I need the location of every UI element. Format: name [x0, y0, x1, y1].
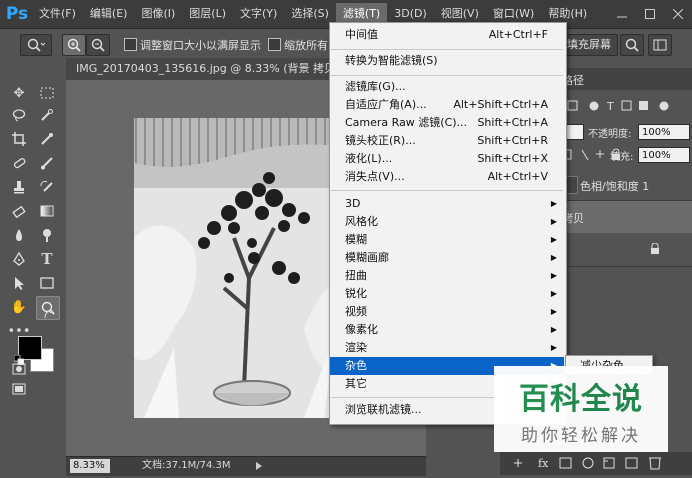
resize-windows-checkbox[interactable] — [124, 38, 137, 51]
submenu-arrow-icon: ▶ — [550, 199, 557, 208]
layers-panel-footer: fx — [500, 452, 692, 475]
maximize-icon[interactable] — [636, 0, 664, 28]
hand-tool-icon[interactable]: ✋ — [8, 296, 30, 318]
svg-text:T: T — [606, 100, 614, 113]
layer-name-hue-saturation[interactable]: 色相/饱和度 1 — [580, 178, 649, 194]
menu-item-convert-smart-filter[interactable]: 转换为智能滤镜(S) — [330, 52, 564, 70]
menu-item-stylize[interactable]: 风格化 ▶ — [330, 213, 564, 231]
search-icon[interactable] — [620, 34, 644, 56]
menu-image[interactable]: 图像(I) — [134, 3, 182, 25]
inverted-photo — [134, 118, 356, 418]
type-tool-icon[interactable]: T — [36, 248, 58, 270]
layer-filter-icons: T — [566, 98, 682, 114]
lock-icon — [650, 242, 660, 258]
menu-item-render[interactable]: 渲染 ▶ — [330, 339, 564, 357]
watermark-title: 百科全说 — [519, 382, 643, 417]
move-tool-icon[interactable]: ✥ — [8, 82, 30, 104]
submenu-arrow-icon: ▶ — [550, 271, 557, 280]
menu-separator — [331, 190, 563, 191]
submenu-arrow-icon: ▶ — [550, 289, 557, 298]
path-selection-tool-icon[interactable] — [8, 272, 30, 294]
status-bar: 8.33% 文档:37.1M/74.3M — [66, 456, 426, 476]
eyedropper-tool-icon[interactable] — [36, 128, 58, 150]
history-brush-tool-icon[interactable] — [36, 176, 58, 198]
menu-item-3d[interactable]: 3D ▶ — [330, 195, 564, 213]
zoom-out-icon[interactable] — [86, 34, 110, 56]
menu-item-blur-gallery[interactable]: 模糊画廊 ▶ — [330, 249, 564, 267]
minimize-icon[interactable] — [608, 0, 636, 28]
workspace-icon[interactable] — [648, 34, 672, 56]
menu-item-adaptive-wide-angle[interactable]: 自适应广角(A)... Alt+Shift+Ctrl+A — [330, 96, 564, 114]
svg-text:fx: fx — [538, 457, 549, 470]
submenu-arrow-icon: ▶ — [550, 235, 557, 244]
submenu-arrow-icon: ▶ — [550, 307, 557, 316]
menu-item-vanishing-point[interactable]: 消失点(V)... Alt+Ctrl+V — [330, 168, 564, 186]
menu-layer[interactable]: 图层(L) — [182, 3, 233, 25]
fill-label: 填充: — [610, 152, 634, 163]
watermark-logo: 百科全说 助你轻松解决 — [494, 366, 668, 452]
crop-tool-icon[interactable] — [8, 128, 30, 150]
document-tab[interactable]: IMG_20170403_135616.jpg @ 8.33% (背景 拷贝, … — [66, 58, 356, 80]
submenu-arrow-icon: ▶ — [550, 253, 557, 262]
menu-item-video[interactable]: 视频 ▶ — [330, 303, 564, 321]
menu-item-lens-correction[interactable]: 镜头校正(R)... Shift+Ctrl+R — [330, 132, 564, 150]
screen-mode-icon[interactable] — [8, 378, 30, 400]
clone-stamp-tool-icon[interactable] — [8, 176, 30, 198]
eraser-tool-icon[interactable] — [8, 200, 30, 222]
zoom-all-checkbox[interactable] — [268, 38, 281, 51]
submenu-arrow-icon: ▶ — [550, 217, 557, 226]
marquee-tool-icon[interactable] — [36, 82, 58, 104]
menu-item-median[interactable]: 中间值 Alt+Ctrl+F — [330, 26, 564, 44]
close-icon[interactable] — [664, 0, 692, 28]
zoom-tool-preset-icon[interactable] — [20, 34, 52, 56]
quick-mask-icon[interactable] — [8, 358, 30, 380]
layer-row-copy[interactable]: 拷贝 — [556, 201, 692, 233]
status-menu-arrow-icon[interactable] — [256, 462, 262, 473]
swap-colors-icon[interactable] — [44, 309, 54, 320]
menu-item-blur[interactable]: 模糊 ▶ — [330, 231, 564, 249]
menu-item-filter-gallery[interactable]: 滤镜库(G)... — [330, 78, 564, 96]
resize-windows-label: 调整窗口大小以满屏显示 — [140, 39, 261, 52]
menu-item-liquify[interactable]: 液化(L)... Shift+Ctrl+X — [330, 150, 564, 168]
rectangle-tool-icon[interactable] — [36, 272, 58, 294]
pen-tool-icon[interactable] — [8, 248, 30, 270]
tools-panel: ✥ T ✋ ••• — [0, 58, 67, 475]
menu-separator — [331, 49, 563, 50]
watermark-subtitle: 助你轻松解决 — [521, 426, 641, 446]
opacity-label: 不透明度: — [588, 129, 632, 140]
zoom-in-icon[interactable] — [62, 34, 86, 56]
submenu-arrow-icon: ▶ — [550, 343, 557, 352]
menu-separator — [331, 75, 563, 76]
layer-row-adjustment[interactable]: 色相/饱和度 1 — [556, 170, 692, 201]
dodge-tool-icon[interactable] — [36, 224, 58, 246]
menu-file[interactable]: 文件(F) — [32, 3, 83, 25]
document-size: 文档:37.1M/74.3M — [142, 460, 231, 471]
fill-input[interactable]: 100% — [638, 147, 690, 163]
menu-item-sharpen[interactable]: 锐化 ▶ — [330, 285, 564, 303]
menu-item-distort[interactable]: 扭曲 ▶ — [330, 267, 564, 285]
opacity-input[interactable]: 100% — [638, 124, 690, 140]
gradient-tool-icon[interactable] — [36, 200, 58, 222]
healing-brush-tool-icon[interactable] — [8, 152, 30, 174]
quick-selection-tool-icon[interactable] — [36, 104, 58, 126]
filter-menu: 中间值 Alt+Ctrl+F 转换为智能滤镜(S) 滤镜库(G)... 自适应广角… — [329, 22, 567, 425]
brush-tool-icon[interactable] — [36, 152, 58, 174]
menu-type[interactable]: 文字(Y) — [233, 3, 284, 25]
layer-row-background[interactable] — [556, 234, 692, 267]
photoshop-logo: Ps — [5, 4, 29, 24]
menu-item-camera-raw[interactable]: Camera Raw 滤镜(C)... Shift+Ctrl+A — [330, 114, 564, 132]
submenu-arrow-icon: ▶ — [550, 325, 557, 334]
zoom-level-field[interactable]: 8.33% — [70, 459, 110, 473]
menu-item-pixelate[interactable]: 像素化 ▶ — [330, 321, 564, 339]
fill-screen-button[interactable]: 填充屏幕 — [560, 34, 618, 56]
lasso-tool-icon[interactable] — [8, 104, 30, 126]
blur-tool-icon[interactable] — [8, 224, 30, 246]
menu-edit[interactable]: 编辑(E) — [83, 3, 135, 25]
zoom-all-label: 缩放所有 — [284, 39, 328, 52]
